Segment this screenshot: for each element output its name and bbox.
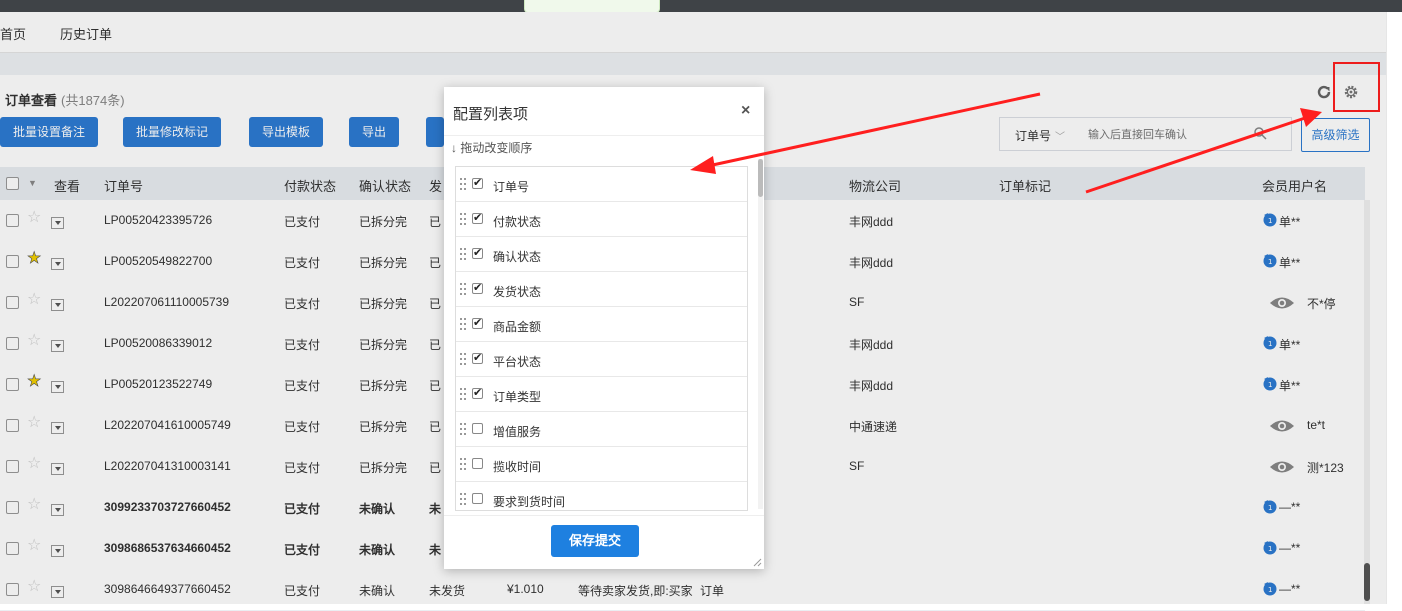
- drag-handle-icon[interactable]: [459, 492, 467, 506]
- column-option-label: 发货状态: [493, 285, 542, 299]
- column-option[interactable]: 增值服务: [456, 412, 747, 447]
- config-columns-dialog: 配置列表项 × ↓ 拖动改变顺序 订单号付款状态确认状态发货状态商品金额平台状态…: [444, 87, 764, 569]
- drag-hint: ↓ 拖动改变顺序: [451, 141, 533, 155]
- drag-handle-icon[interactable]: [459, 352, 467, 366]
- column-option[interactable]: 订单类型: [456, 377, 747, 412]
- column-option[interactable]: 确认状态: [456, 237, 747, 272]
- top-bar: [0, 0, 1402, 12]
- column-option[interactable]: 揽收时间: [456, 447, 747, 482]
- column-option-label: 付款状态: [493, 215, 542, 229]
- column-option[interactable]: 要求到货时间: [456, 482, 747, 510]
- column-option-label: 确认状态: [493, 250, 542, 264]
- drag-handle-icon[interactable]: [459, 422, 467, 436]
- right-edge: [1386, 12, 1402, 604]
- dialog-divider: [444, 135, 764, 136]
- drag-handle-icon[interactable]: [459, 247, 467, 261]
- column-option-checkbox[interactable]: [472, 386, 483, 399]
- save-submit-button[interactable]: 保存提交: [551, 525, 639, 557]
- dialog-title: 配置列表项: [453, 106, 529, 123]
- drag-handle-icon[interactable]: [459, 212, 467, 226]
- column-option-label: 要求到货时间: [493, 495, 566, 509]
- column-option[interactable]: 付款状态: [456, 202, 747, 237]
- drag-handle-icon[interactable]: [459, 282, 467, 296]
- list-scroll-thumb[interactable]: [758, 159, 763, 197]
- column-option-label: 商品金额: [493, 320, 542, 334]
- column-list: 订单号付款状态确认状态发货状态商品金额平台状态订单类型增值服务揽收时间要求到货时…: [455, 166, 748, 511]
- column-option-label: 平台状态: [493, 355, 542, 369]
- close-icon[interactable]: ×: [741, 102, 750, 120]
- column-option-checkbox[interactable]: [472, 211, 483, 224]
- column-option-checkbox[interactable]: [472, 351, 483, 364]
- column-option-checkbox[interactable]: [472, 423, 483, 434]
- column-option[interactable]: 商品金额: [456, 307, 747, 342]
- column-option-checkbox[interactable]: [472, 316, 483, 329]
- drag-handle-icon[interactable]: [459, 317, 467, 331]
- column-option-checkbox[interactable]: [472, 458, 483, 469]
- list-scrollbar[interactable]: [758, 159, 763, 509]
- column-option-label: 增值服务: [493, 425, 542, 439]
- column-option-checkbox[interactable]: [472, 176, 483, 189]
- column-option[interactable]: 平台状态: [456, 342, 747, 377]
- column-option[interactable]: 发货状态: [456, 272, 747, 307]
- dialog-footer-divider: [444, 515, 764, 516]
- column-option-label: 揽收时间: [493, 460, 542, 474]
- drag-handle-icon[interactable]: [459, 177, 467, 191]
- column-option[interactable]: 订单号: [456, 167, 747, 202]
- drag-handle-icon[interactable]: [459, 457, 467, 471]
- column-option-checkbox[interactable]: [472, 281, 483, 294]
- column-option-label: 订单类型: [493, 390, 542, 404]
- column-option-checkbox[interactable]: [472, 493, 483, 504]
- resize-handle-icon[interactable]: [752, 557, 762, 567]
- column-option-label: 订单号: [493, 180, 530, 194]
- column-option-checkbox[interactable]: [472, 246, 483, 259]
- drag-handle-icon[interactable]: [459, 387, 467, 401]
